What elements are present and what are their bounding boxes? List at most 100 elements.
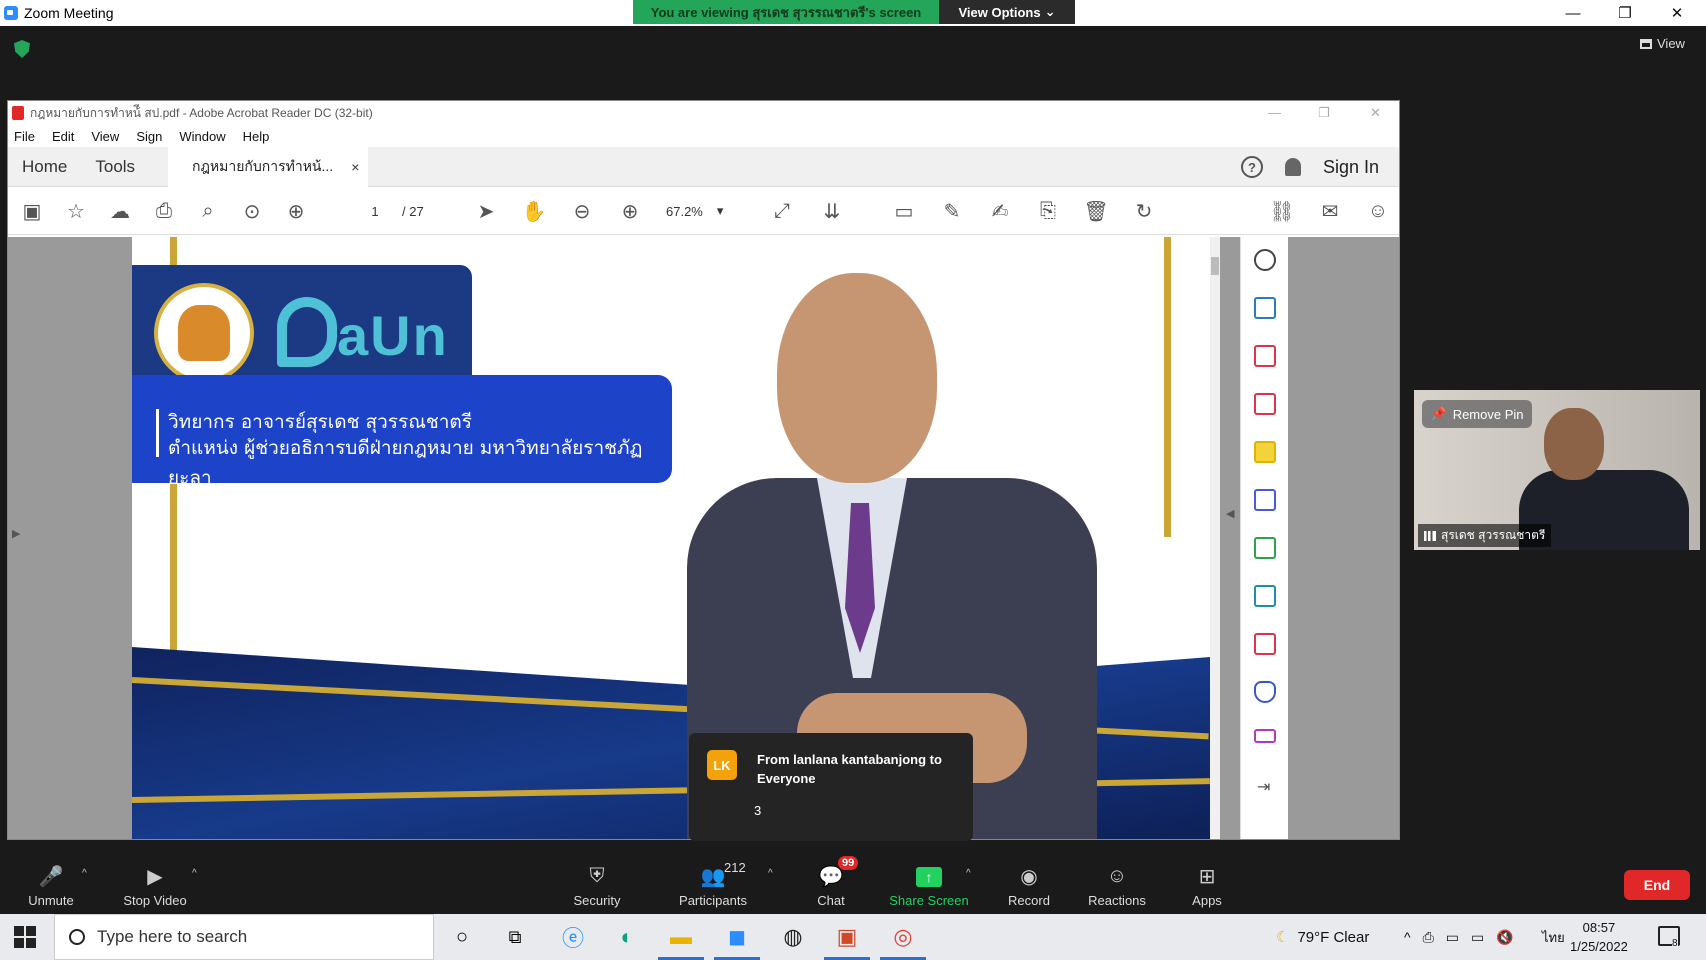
expand-pane-icon: ⇥ [1257,779,1271,796]
star-icon: ☆ [67,200,85,223]
chat-notification[interactable]: LK From lanlana kantabanjong to Everyone… [689,733,973,841]
share-screen-button[interactable]: ↑ Share Screen [884,858,974,908]
apps-label: Apps [1192,893,1222,908]
zoom-titlebar: Zoom Meeting You are viewing สุรเดช สุวร… [0,0,1706,26]
apps-button[interactable]: ⊞ Apps [1162,858,1252,909]
menu-edit: Edit [51,128,75,144]
encryption-shield-icon[interactable] [14,40,30,58]
zoom-app-icon[interactable]: ◼ [714,922,760,960]
record-label: Record [1008,893,1050,908]
participants-options-caret[interactable]: ^ [768,868,773,879]
compress-icon [1254,537,1276,559]
logo-text: aUn [337,304,449,367]
edge-icon[interactable]: ◐ [612,922,642,952]
restore-icon[interactable]: ❐ [1602,0,1648,26]
create-pdf-icon [1254,297,1276,319]
left-panel-toggle-icon: ▶ [12,528,21,540]
internet-explorer-icon[interactable]: ⓔ [558,922,588,952]
participant-video-tile[interactable]: 📌 Remove Pin สุรเดช สุวรรณชาตรี [1414,390,1700,550]
participants-icon: 👥 [700,865,726,888]
zoom-level-dropdown: 67.2% ▾ [666,199,723,223]
view-options-button[interactable]: View Options ⌄ [939,0,1075,24]
organize-pages-icon [1254,345,1276,367]
tab-document: กฎหมายกับการทำหน้... × [168,147,368,187]
view-label: View [1657,36,1685,51]
security-button[interactable]: ⛨ Security [552,858,642,909]
logo-mark-icon [277,297,337,367]
moon-icon: ☾ [1276,929,1290,946]
minimize-icon[interactable]: — [1550,0,1596,26]
tab-tools: Tools [95,156,136,176]
end-meeting-button[interactable]: End [1624,870,1690,900]
tray-chevron-icon: ^ [1404,929,1411,945]
obs-icon[interactable]: ◍ [778,922,808,952]
network-icon: ▭ [1471,928,1485,945]
record-icon: ◉ [1020,865,1038,888]
notification-count: 8 [1672,938,1678,949]
chevron-down-icon: ⌄ [1044,4,1056,19]
fit-page-icon: ⤢ [774,199,790,222]
remove-pin-button[interactable]: 📌 Remove Pin [1422,400,1532,428]
file-explorer-icon[interactable]: ▬ [658,922,704,960]
share-options-caret[interactable]: ^ [966,868,971,879]
search-icon [69,929,85,945]
windows-taskbar: Type here to search ○ ⧉ ⓔ ◐ ▬ ◼ ◍ ▣ ◎ ☾ … [0,914,1706,960]
unmute-label: Unmute [28,893,74,908]
system-tray[interactable]: ^ ⎙ ▭ ▭ 🔇 [1404,914,1514,960]
reactions-button[interactable]: ☺ Reactions [1072,858,1162,909]
scroll-mode-icon: ⇊ [823,200,841,223]
video-camera-icon: ▶ [147,865,163,888]
acrobat-titlebar: กฎหมายกับการทำหน้ี สป.pdf - Adobe Acroba… [8,101,1399,125]
grid-icon [1640,38,1652,49]
upload-icon: ☁ [110,200,130,223]
stop-video-button[interactable]: ▶ Stop Video [110,858,200,909]
taskbar-search-input[interactable]: Type here to search [54,914,434,960]
cortana-icon[interactable]: ○ [447,922,477,952]
clock-time: 08:57 [1582,920,1616,935]
save-icon: ▣ [22,200,42,223]
video-options-caret[interactable]: ^ [192,868,197,879]
zoom-logo-icon [4,6,18,20]
pdf-icon [12,106,24,120]
meet-now-icon: ⎙ [1422,928,1434,945]
help-icon: ? [1240,156,1263,178]
task-view-icon[interactable]: ⧉ [500,922,530,952]
rotate-icon: ↻ [1135,200,1153,223]
more-tools-icon [1254,729,1276,743]
close-icon[interactable]: ✕ [1654,0,1700,26]
zoom-minus-icon: ⊖ [573,200,591,223]
send-for-review-icon [1254,585,1276,607]
combine-files-icon [1254,489,1276,511]
page-total: / 27 [402,203,424,219]
participants-count: 212 [724,860,746,875]
dropdown-arrow-icon: ▾ [716,203,724,218]
window-title: Zoom Meeting [24,5,114,21]
right-tools-pane: ⇥ [1240,237,1288,839]
unmute-button[interactable]: 🎤 Unmute [6,858,96,909]
record-button[interactable]: ◉ Record [984,858,1074,909]
meeting-controls: 🎤 Unmute ^ ▶ Stop Video ^ ⛨ Security 👥 2… [0,848,1706,912]
participants-button[interactable]: 👥 212 Participants [668,858,758,908]
protect-icon [1254,681,1276,703]
tab-home: Home [22,156,68,176]
windows-start-icon[interactable] [14,926,36,948]
language-indicator[interactable]: ไทย [1542,914,1565,960]
zoom-search-icon: ⌕ [202,199,214,222]
view-button[interactable]: View [1640,36,1685,51]
weather-text: 79°F Clear [1297,928,1370,946]
fill-sign-icon [1254,633,1276,655]
weather-widget[interactable]: ☾ 79°F Clear [1276,914,1369,960]
audio-options-caret[interactable]: ^ [82,868,87,879]
taskbar-clock[interactable]: 08:57 1/25/2022 [1570,918,1628,956]
stamp-icon: ⎘ [1040,199,1056,222]
menu-sign: Sign [136,128,163,144]
divider [156,409,159,457]
select-cursor-icon: ➤ [477,200,495,223]
muted-mic-icon: 🎤 [38,865,64,888]
page-number-field: 1 [371,203,379,219]
comment-tool-icon [1254,441,1276,463]
powerpoint-icon[interactable]: ▣ [824,922,870,960]
chat-button[interactable]: 💬 99 Chat [786,856,876,908]
chrome-icon[interactable]: ◎ [880,922,926,960]
zoom-tool-icon [1254,249,1276,271]
